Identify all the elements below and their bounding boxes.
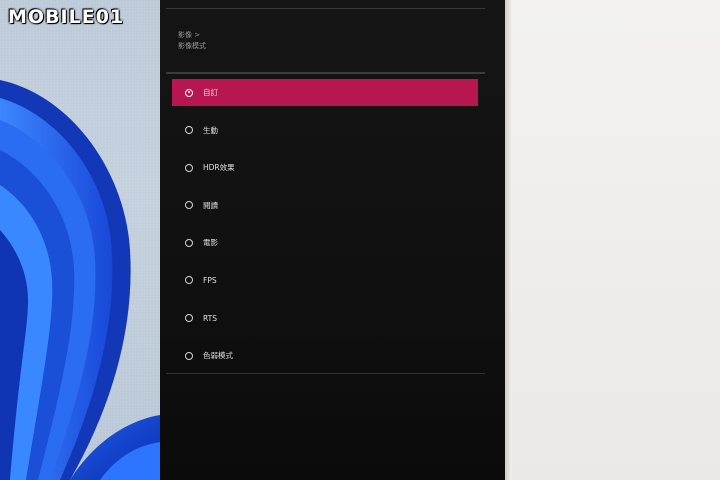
radio-icon[interactable] [185, 201, 193, 210]
desktop-wallpaper [0, 0, 160, 480]
osd-menu-panel: 影像 > 影像模式 自訂 生動 HDR效果 閱讀 電影 FPS RTS 色弱模式 [160, 0, 505, 480]
divider-top [166, 8, 485, 9]
breadcrumb-current: 影像模式 [178, 42, 206, 50]
radio-icon[interactable] [185, 276, 193, 285]
breadcrumb-parent[interactable]: 影像 > [178, 30, 206, 41]
option-label: 自訂 [203, 88, 218, 97]
option-vivid[interactable]: 生動 [172, 117, 478, 144]
radio-selected-icon[interactable] [185, 88, 193, 97]
option-reading[interactable]: 閱讀 [172, 192, 478, 219]
option-fps[interactable]: FPS [172, 267, 478, 294]
radio-icon[interactable] [185, 238, 193, 247]
radio-icon[interactable] [185, 314, 193, 323]
radio-icon[interactable] [185, 126, 193, 135]
bloom-graphic [0, 80, 160, 480]
monitor-bezel [505, 0, 512, 480]
option-label: FPS [203, 275, 217, 285]
option-label: RTS [203, 313, 218, 323]
option-label: HDR效果 [203, 163, 235, 173]
option-cinema[interactable]: 電影 [172, 229, 478, 256]
watermark-logo: MOBILE01 [8, 6, 125, 28]
option-label: 色弱模式 [203, 351, 233, 361]
divider-bottom [166, 373, 485, 374]
option-label: 生動 [203, 125, 218, 135]
breadcrumb: 影像 > 影像模式 [178, 30, 206, 52]
background-wall [512, 0, 720, 480]
option-hdr-effect[interactable]: HDR效果 [172, 154, 478, 181]
divider-header [166, 72, 485, 74]
option-custom[interactable]: 自訂 [172, 79, 478, 106]
option-label: 閱讀 [203, 200, 218, 210]
option-rts[interactable]: RTS [172, 305, 478, 332]
radio-icon[interactable] [185, 163, 193, 172]
option-color-weakness[interactable]: 色弱模式 [172, 342, 478, 369]
option-label: 電影 [203, 238, 218, 248]
picture-mode-options: 自訂 生動 HDR效果 閱讀 電影 FPS RTS 色弱模式 [172, 79, 478, 380]
radio-icon[interactable] [185, 351, 193, 360]
